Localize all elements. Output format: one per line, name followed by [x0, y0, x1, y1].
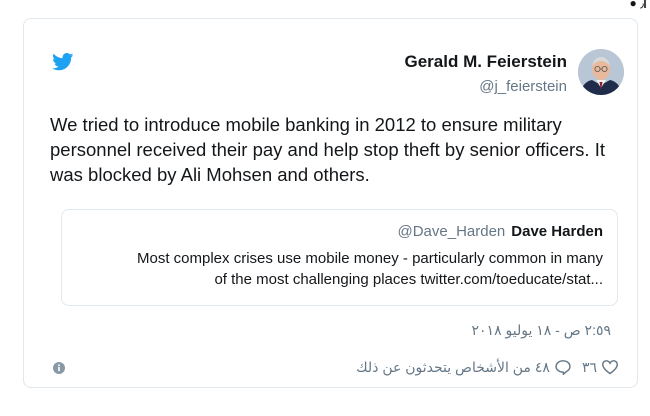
twitter-bird-icon[interactable]	[52, 53, 74, 71]
quoted-tweet[interactable]: @Dave_Harden Dave Harden Most complex cri…	[61, 209, 618, 306]
quoted-author-handle: @Dave_Harden	[397, 223, 506, 240]
tweet-timestamp[interactable]: ٢:٥٩ ص - ١٨ يوليو ٢٠١٨	[472, 322, 611, 339]
reply-action[interactable]: ٤٨ من الأشخاص يتحدثون عن ذلك	[354, 359, 572, 376]
like-action[interactable]: ٣٦	[578, 359, 619, 376]
embedded-tweet-card: Gerald M. Feierstein @j_feierstein We tr…	[23, 18, 638, 388]
tweet-actions: ٣٦ ٤٨ من الأشخاص يتحدثون عن ذلك	[354, 355, 619, 379]
quoted-author-name: Dave Harden	[511, 223, 603, 240]
top-edge-glyph: ● ٫	[629, 0, 645, 10]
speech-bubble-icon	[555, 360, 571, 375]
like-count: ٣٦	[581, 358, 597, 375]
quoted-tweet-header: @Dave_Harden Dave Harden	[397, 223, 603, 240]
author-name[interactable]: Gerald M. Feierstein	[405, 52, 568, 72]
avatar[interactable]	[578, 49, 624, 95]
avatar-portrait-icon	[578, 49, 624, 95]
right-edge-line	[644, 0, 646, 8]
quoted-text-line-2: of the most challenging places twitter.c…	[214, 271, 603, 288]
info-icon[interactable]	[53, 362, 65, 374]
reply-people-text: من الأشخاص يتحدثون عن ذلك	[356, 358, 531, 375]
tweet-text: We tried to introduce mobile banking in …	[50, 114, 605, 185]
quoted-text-line-1: Most complex crises use mobile money - p…	[137, 250, 603, 267]
quoted-tweet-text: Most complex crises use mobile money - p…	[62, 248, 603, 290]
heart-icon	[601, 360, 619, 375]
reply-count: ٤٨	[534, 358, 550, 375]
author-handle[interactable]: @j_feierstein	[479, 78, 567, 95]
